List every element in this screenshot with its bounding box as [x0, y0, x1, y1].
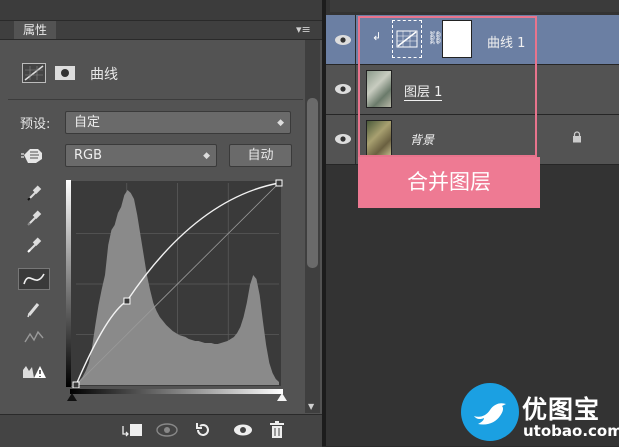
gray-point-eyedropper-icon[interactable] — [18, 207, 50, 229]
auto-button[interactable]: 自动 — [229, 144, 292, 167]
bird-logo-icon — [461, 383, 519, 441]
curves-adjustment-icon[interactable] — [22, 63, 46, 83]
black-point-eyedropper-icon[interactable] — [18, 182, 50, 204]
panel-titlebar — [0, 0, 322, 21]
merge-highlight-frame — [358, 16, 537, 157]
clip-to-layer-icon[interactable] — [117, 418, 147, 442]
output-gradient-ramp — [66, 180, 71, 387]
tab-properties[interactable]: 属性 — [14, 21, 56, 39]
watermark-url: utobao.com — [523, 422, 619, 440]
scroll-down-icon[interactable]: ▼ — [308, 402, 314, 411]
scrollbar-thumb[interactable] — [307, 98, 318, 268]
eye-icon[interactable] — [334, 83, 352, 95]
watermark-name: 优图宝 — [522, 395, 601, 424]
input-gradient-ramp — [70, 389, 283, 394]
smooth-curve-icon[interactable] — [18, 326, 50, 348]
view-previous-state-icon[interactable] — [152, 418, 182, 442]
edit-curve-points-icon[interactable] — [18, 268, 50, 290]
black-point-slider[interactable] — [67, 393, 77, 401]
layers-panel-header — [330, 0, 619, 12]
reset-icon[interactable] — [188, 418, 218, 442]
divider — [355, 115, 356, 164]
trash-icon[interactable] — [262, 418, 292, 442]
layer-mask-icon[interactable] — [55, 66, 75, 80]
adjustment-title: 曲线 — [90, 67, 118, 83]
white-point-slider[interactable] — [277, 393, 287, 401]
preset-select[interactable]: 自定 ◆ — [65, 111, 291, 134]
channel-value: RGB — [74, 148, 103, 163]
divider — [355, 15, 356, 64]
preset-value: 自定 — [74, 115, 101, 130]
panel-menu-icon[interactable]: ▾≡ — [296, 23, 311, 36]
divider — [355, 65, 356, 114]
targeted-adjustment-hand-icon[interactable] — [20, 145, 46, 165]
curves-graph[interactable] — [66, 178, 287, 388]
preset-label: 预设: — [20, 117, 51, 132]
lock-icon — [573, 131, 581, 143]
eye-icon[interactable] — [334, 133, 352, 145]
visibility-eye-icon[interactable] — [228, 418, 258, 442]
chevron-updown-icon: ◆ — [203, 151, 210, 161]
curve-control-point[interactable] — [275, 179, 283, 187]
curve-control-point[interactable] — [123, 297, 131, 305]
clipping-warning-icon[interactable] — [18, 360, 50, 382]
pencil-draw-icon[interactable] — [18, 298, 50, 320]
white-point-eyedropper-icon[interactable] — [18, 234, 50, 256]
curve-control-point[interactable] — [72, 381, 80, 388]
chevron-updown-icon: ◆ — [277, 118, 284, 128]
merge-layers-annotation: 合并图层 — [358, 157, 540, 208]
divider — [8, 99, 303, 100]
eye-icon[interactable] — [334, 34, 352, 46]
channel-select[interactable]: RGB ◆ — [65, 144, 217, 167]
